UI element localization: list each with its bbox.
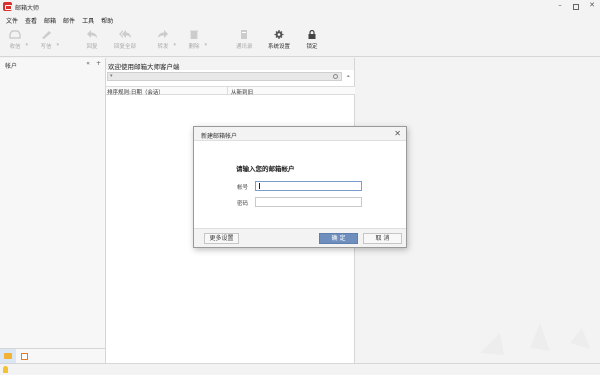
system-settings-button[interactable]: 系统设置	[268, 30, 290, 50]
lock-icon	[308, 30, 316, 39]
system-settings-label: 系统设置	[268, 44, 291, 50]
delete-dropdown-icon[interactable]: ▾	[204, 42, 207, 48]
sidebar-footer	[0, 348, 106, 363]
compose-button[interactable]: 写信 ▾	[40, 30, 59, 50]
app-title: 邮箱大师	[15, 5, 40, 12]
forward-label: 转发	[157, 44, 169, 50]
forward-button[interactable]: 转发 ▾	[157, 30, 176, 50]
receive-label: 收信	[9, 44, 21, 50]
sort-order-header[interactable]: 从新到旧	[231, 88, 253, 96]
delete-button[interactable]: 删除 ▾	[188, 30, 207, 50]
dialog-heading: 请输入您的邮箱帐户	[236, 165, 295, 173]
dialog-close-icon[interactable]: ✕	[394, 129, 401, 138]
cancel-button[interactable]: 取 消	[363, 233, 402, 244]
window-controls: – ✕	[556, 1, 596, 10]
add-account-icon[interactable]: +	[96, 60, 101, 67]
forward-dropdown-icon[interactable]: ▾	[173, 42, 176, 48]
menu-mailbox[interactable]: 邮箱	[44, 16, 56, 25]
dialog-footer: 更多设置 确 定 取 消	[194, 228, 406, 247]
mail-icon	[4, 353, 12, 359]
welcome-title: 欢迎使用邮箱大师客户端	[106, 58, 354, 71]
menu-mail[interactable]: 邮件	[63, 16, 75, 25]
calendar-icon	[20, 352, 28, 360]
contacts-icon	[241, 30, 248, 39]
trash-icon	[190, 30, 198, 39]
filter-icon[interactable]: ⩡	[347, 73, 350, 81]
search-icon[interactable]	[333, 74, 338, 79]
sidebar-title: 帐户	[5, 63, 18, 70]
dialog-header: 新建邮箱帐户 ✕	[194, 127, 406, 141]
tip-bulb-icon[interactable]	[3, 366, 8, 373]
menu-tools[interactable]: 工具	[82, 16, 94, 25]
status-bar	[0, 363, 600, 375]
password-label: 密码	[237, 201, 249, 207]
mail-tab[interactable]	[0, 349, 16, 363]
contacts-button[interactable]: 通讯录	[236, 30, 253, 50]
list-column-header: 排序规则:日期（会话） 从新到旧	[106, 86, 355, 96]
pen-icon	[42, 31, 51, 39]
text-caret	[259, 183, 260, 189]
lock-label: 锁定	[306, 44, 318, 50]
new-account-dialog: 新建邮箱帐户 ✕ 请输入您的邮箱帐户 帐号 密码 更多设置 确 定 取 消	[193, 126, 407, 248]
more-settings-button[interactable]: 更多设置	[204, 233, 239, 244]
menu-bar: 文件 查看 邮箱 邮件 工具 帮助	[6, 16, 113, 25]
menu-view[interactable]: 查看	[25, 16, 37, 25]
column-divider	[227, 87, 228, 95]
menu-help[interactable]: 帮助	[101, 16, 113, 25]
delete-label: 删除	[188, 44, 200, 50]
reply-button[interactable]: 回复	[86, 30, 98, 50]
minimize-icon[interactable]: –	[556, 1, 564, 10]
search-scope-dropdown-icon[interactable]: ▾	[110, 73, 113, 79]
menu-file[interactable]: 文件	[6, 16, 18, 25]
search-box[interactable]: ▾	[107, 72, 342, 81]
reply-all-icon	[119, 30, 131, 38]
reply-icon	[87, 30, 97, 38]
lock-button[interactable]: 锁定	[306, 30, 318, 50]
mail-master-logo-icon	[3, 2, 12, 11]
account-label: 帐号	[237, 185, 249, 191]
ok-button[interactable]: 确 定	[319, 233, 358, 244]
receive-button[interactable]: 收信 ▾	[9, 30, 28, 50]
forward-icon	[158, 30, 168, 38]
compose-dropdown-icon[interactable]: ▾	[56, 42, 59, 48]
watermark-decoration	[480, 323, 590, 355]
collapse-sidebar-icon[interactable]: «	[86, 60, 90, 67]
calendar-tab[interactable]	[16, 349, 32, 363]
receive-dropdown-icon[interactable]: ▾	[25, 42, 28, 48]
inbox-icon	[9, 30, 21, 39]
toolbar: 收信 ▾ 写信 ▾ 回复 回复全部 转发 ▾ 删除 ▾ 通讯录 系统设置 锁定	[0, 27, 600, 57]
reply-label: 回复	[86, 44, 98, 50]
dialog-title: 新建邮箱帐户	[201, 133, 238, 140]
account-input[interactable]	[255, 181, 362, 191]
reply-all-label: 回复全部	[114, 44, 137, 50]
close-icon[interactable]: ✕	[588, 1, 596, 10]
sort-rule-header[interactable]: 排序规则:日期（会话）	[107, 88, 164, 96]
sidebar-header: 帐户 « +	[0, 58, 105, 70]
restore-icon[interactable]	[573, 4, 579, 10]
compose-label: 写信	[40, 44, 52, 50]
account-sidebar: 帐户 « +	[0, 58, 106, 363]
contacts-label: 通讯录	[236, 44, 253, 50]
reply-all-button[interactable]: 回复全部	[114, 30, 136, 50]
title-bar: 邮箱大师 – ✕	[0, 0, 600, 14]
password-input[interactable]	[255, 197, 362, 207]
gear-icon	[274, 30, 284, 39]
